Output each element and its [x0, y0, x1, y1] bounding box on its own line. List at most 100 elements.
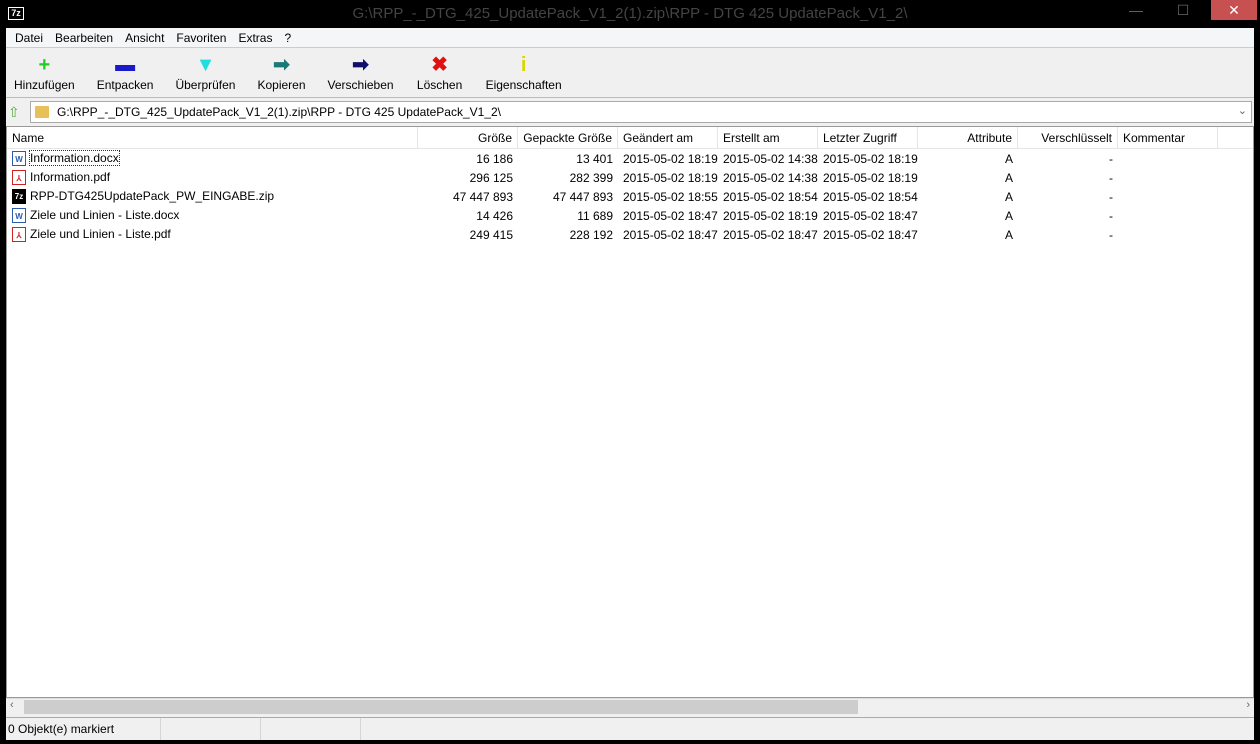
table-row[interactable]: ⅄ Information.pdf 296 125 282 399 2015-05-02… — [7, 168, 1253, 187]
toolbar: + Hinzufügen ▬ Entpacken ▼ Überprüfen ➡ Kopiere… — [6, 48, 1254, 98]
file-name: Ziele und Linien - Liste.docx — [30, 207, 180, 222]
menu-bar: Datei Bearbeiten Ansicht Favoriten Extras? — [6, 28, 1254, 48]
toolbar-button-kopieren[interactable]: ➡ Kopieren — [251, 48, 311, 97]
cell-modified: 2015-05-02 18:19 — [623, 170, 718, 185]
file-pdf-icon: ⅄ — [12, 170, 26, 186]
minimize-button[interactable]: — — [1113, 0, 1159, 20]
cell-packed: 228 192 — [569, 227, 613, 242]
column-headers: Name Größe Gepackte Größe Geändert am Erstel… — [7, 127, 1253, 149]
cell-packed: 282 399 — [569, 170, 613, 185]
toolbar-label: Überprüfen — [175, 78, 236, 92]
menu-item-5[interactable]: ? — [278, 28, 297, 47]
column-header-6[interactable]: Attribute — [918, 127, 1018, 148]
cell-size: 16 186 — [476, 151, 513, 166]
title-bar: 7z G:\RPP_-_DTG_425_UpdatePack_V1_2(1).z… — [0, 0, 1260, 28]
cell-modified: 2015-05-02 18:47 — [623, 208, 718, 223]
cell-attr: A — [1004, 208, 1013, 223]
cell-enc: - — [1109, 208, 1113, 223]
cell-created: 2015-05-02 18:54 — [723, 189, 818, 204]
scroll-right-icon[interactable]: › — [1246, 699, 1250, 711]
column-header-5[interactable]: Letzter Zugriff — [818, 127, 918, 148]
toolbar-button-löschen[interactable]: ✖ Löschen — [410, 48, 470, 97]
cell-attr: A — [1004, 151, 1013, 166]
scrollbar-thumb[interactable] — [24, 700, 858, 714]
toolbar-label: Entpacken — [96, 78, 154, 92]
column-header-0[interactable]: Name — [7, 127, 418, 148]
cell-attr: A — [1004, 170, 1013, 185]
horizontal-scrollbar[interactable]: ‹ › — [6, 698, 1254, 714]
close-button[interactable]: ✕ — [1211, 0, 1257, 20]
scroll-left-icon[interactable]: ‹ — [10, 699, 14, 711]
toolbar-button-überprüfen[interactable]: ▼ Überprüfen — [169, 48, 241, 97]
toolbar-button-eigenschaften[interactable]: i Eigenschaften — [480, 48, 568, 97]
cell-name: 7z RPP-DTG425UpdatePack_PW_EINGABE.zip — [7, 188, 418, 205]
column-header-3[interactable]: Geändert am — [618, 127, 718, 148]
toolbar-button-verschieben[interactable]: ➡ Verschieben — [322, 48, 400, 97]
cell-created: 2015-05-02 14:38 — [723, 170, 818, 185]
status-bar: 0 Objekt(e) markiert — [6, 717, 1254, 740]
file-doc-icon: W — [12, 151, 26, 167]
cell-accessed: 2015-05-02 18:47 — [823, 227, 918, 242]
cell-accessed: 2015-05-02 18:54 — [823, 189, 918, 204]
chevron-down-icon[interactable]: ⌄ — [1238, 104, 1247, 117]
cell-attr: A — [1004, 227, 1013, 242]
cell-enc: - — [1109, 227, 1113, 242]
toolbar-icon-5: ✖ — [431, 54, 448, 76]
cell-packed: 47 447 893 — [552, 189, 613, 204]
cell-accessed: 2015-05-02 18:47 — [823, 208, 918, 223]
cell-name: W Ziele und Linien - Liste.docx — [7, 207, 418, 224]
folder-icon — [35, 106, 49, 118]
address-path: G:\RPP_-_DTG_425_UpdatePack_V1_2(1).zip\… — [57, 105, 502, 119]
column-header-2[interactable]: Gepackte Größe — [518, 127, 618, 148]
cell-size: 14 426 — [476, 208, 513, 223]
toolbar-icon-2: ▼ — [195, 54, 216, 76]
column-header-8[interactable]: Kommentar — [1118, 127, 1218, 148]
status-selected: 0 Objekt(e) markiert — [6, 718, 161, 740]
menu-item-1[interactable]: Bearbeiten — [49, 28, 119, 47]
table-row[interactable]: W Ziele und Linien - Liste.docx 14 426 11 6… — [7, 206, 1253, 225]
menu-item-3[interactable]: Favoriten — [170, 28, 232, 47]
column-header-4[interactable]: Erstellt am — [718, 127, 818, 148]
cell-name: ⅄ Ziele und Linien - Liste.pdf — [7, 226, 418, 243]
toolbar-button-entpacken[interactable]: ▬ Entpacken — [91, 48, 160, 97]
column-header-7[interactable]: Verschlüsselt — [1018, 127, 1118, 148]
cell-accessed: 2015-05-02 18:19 — [823, 151, 918, 166]
toolbar-icon-0: + — [38, 54, 51, 76]
maximize-button[interactable]: ☐ — [1160, 0, 1206, 20]
table-row[interactable]: ⅄ Ziele und Linien - Liste.pdf 249 415 228 … — [7, 225, 1253, 244]
address-input[interactable]: G:\RPP_-_DTG_425_UpdatePack_V1_2(1).zip\… — [30, 101, 1252, 123]
toolbar-label: Verschieben — [327, 78, 394, 92]
folder-up-icon[interactable]: ⇧ — [8, 104, 30, 121]
status-cell — [261, 718, 361, 740]
file-name: Ziele und Linien - Liste.pdf — [30, 226, 171, 241]
toolbar-label: Hinzufügen — [14, 78, 75, 92]
cell-size: 249 415 — [469, 227, 513, 242]
cell-packed: 11 689 — [577, 208, 613, 223]
file-name: Information.pdf — [30, 169, 111, 184]
toolbar-label: Eigenschaften — [485, 78, 562, 92]
menu-item-2[interactable]: Ansicht — [119, 28, 170, 47]
cell-modified: 2015-05-02 18:47 — [623, 227, 718, 242]
cell-attr: A — [1004, 189, 1013, 204]
file-pdf-icon: ⅄ — [12, 227, 26, 243]
toolbar-icon-4: ➡ — [352, 54, 369, 76]
cell-created: 2015-05-02 18:47 — [723, 227, 818, 242]
toolbar-icon-3: ➡ — [273, 54, 290, 76]
column-header-1[interactable]: Größe — [418, 127, 518, 148]
file-name: RPP-DTG425UpdatePack_PW_EINGABE.zip — [30, 188, 275, 203]
menu-item-4[interactable]: Extras — [232, 28, 278, 47]
file-list[interactable]: Name Größe Gepackte Größe Geändert am Erstel… — [6, 126, 1254, 698]
table-row[interactable]: 7z RPP-DTG425UpdatePack_PW_EINGABE.zip 47 … — [7, 187, 1253, 206]
toolbar-button-hinzufügen[interactable]: + Hinzufügen — [8, 48, 81, 97]
toolbar-label: Kopieren — [257, 78, 306, 92]
table-row[interactable]: W Information.docx 16 186 13 401 2015-05-02 … — [7, 149, 1253, 168]
menu-item-0[interactable]: Datei — [9, 28, 49, 47]
toolbar-label: Löschen — [416, 78, 463, 92]
cell-enc: - — [1109, 189, 1113, 204]
toolbar-icon-1: ▬ — [115, 54, 136, 76]
cell-packed: 13 401 — [576, 151, 613, 166]
cell-created: 2015-05-02 14:38 — [723, 151, 818, 166]
address-bar: ⇧ G:\RPP_-_DTG_425_UpdatePack_V1_2(1).zi… — [6, 98, 1254, 126]
cell-enc: - — [1109, 151, 1113, 166]
cell-modified: 2015-05-02 18:55 — [623, 189, 718, 204]
